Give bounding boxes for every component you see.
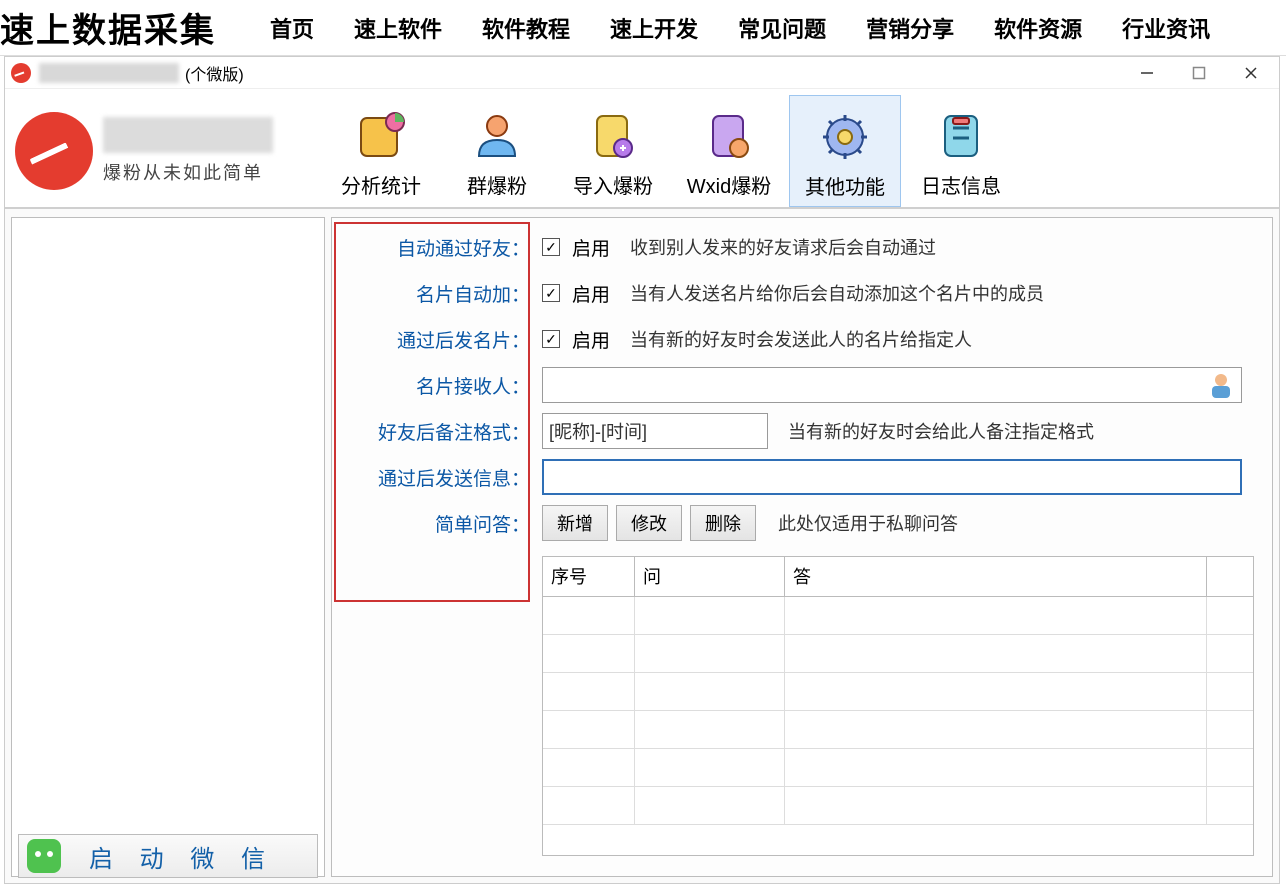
qa-table-head: 序号 问 答: [543, 557, 1253, 597]
main-area: 启 动 微 信 自动通过好友： 启用 收到别人发来的好友请求后会自动通过 名片自…: [5, 209, 1279, 883]
start-wechat-button[interactable]: 启 动 微 信: [18, 834, 318, 878]
toolbar-label: 分析统计: [341, 170, 421, 199]
col-seq[interactable]: 序号: [543, 557, 635, 596]
brand-slogan: 爆粉从未如此简单: [103, 159, 273, 185]
app-icon: [11, 63, 31, 83]
wxid-icon: [703, 110, 755, 162]
col-scroll: [1207, 557, 1253, 596]
app-title-suffix: (个微版): [185, 61, 244, 85]
site-nav: 速上数据采集 首页 速上软件 软件教程 速上开发 常见问题 营销分享 软件资源 …: [0, 0, 1286, 56]
app-brand: 爆粉从未如此简单: [15, 95, 325, 207]
toolbar-items: 分析统计 群爆粉 导入爆粉 Wxid爆粉 其他功能 日志信息: [325, 95, 1017, 207]
toolbar-label: 日志信息: [921, 170, 1001, 199]
import-icon: [587, 110, 639, 162]
nav-home[interactable]: 首页: [270, 12, 314, 44]
log-icon: [935, 110, 987, 162]
row-card-auto-add: 名片自动加： 启用 当有人发送名片给你后会自动添加这个名片中的成员: [342, 270, 1262, 316]
input-card-recipient[interactable]: [542, 367, 1242, 403]
btn-qa-del[interactable]: 删除: [690, 505, 756, 541]
group-icon: [471, 110, 523, 162]
site-nav-items: 首页 速上软件 软件教程 速上开发 常见问题 营销分享 软件资源 行业资讯: [270, 12, 1210, 44]
hint-card-auto-add: 当有人发送名片给你后会自动添加这个名片中的成员: [630, 280, 1044, 306]
brand-icon: [15, 112, 93, 190]
site-logo: 速上数据采集: [0, 3, 222, 52]
minimize-button[interactable]: [1135, 61, 1159, 85]
row-card-recipient: 名片接收人：: [342, 362, 1262, 408]
toolbar-label: Wxid爆粉: [687, 170, 771, 199]
row-remark-format: 好友后备注格式： 当有新的好友时会给此人备注指定格式: [342, 408, 1262, 454]
toolbar-log[interactable]: 日志信息: [905, 95, 1017, 207]
row-auto-pass: 自动通过好友： 启用 收到别人发来的好友请求后会自动通过: [342, 224, 1262, 270]
person-icon[interactable]: [1206, 370, 1236, 400]
nav-resources[interactable]: 软件资源: [994, 12, 1082, 44]
toolbar-stats[interactable]: 分析统计: [325, 95, 437, 207]
col-question[interactable]: 问: [635, 557, 785, 596]
row-send-msg-after: 通过后发送信息：: [342, 454, 1262, 500]
app-title-blurred: [39, 63, 179, 83]
table-row[interactable]: [543, 749, 1253, 787]
label-remark-format: 好友后备注格式：: [342, 418, 534, 445]
chart-icon: [355, 110, 407, 162]
label-send-card-after: 通过后发名片：: [342, 326, 534, 353]
maximize-button[interactable]: [1187, 61, 1211, 85]
hint-remark-format: 当有新的好友时会给此人备注指定格式: [788, 418, 1094, 444]
nav-news[interactable]: 行业资讯: [1122, 12, 1210, 44]
nav-software[interactable]: 速上软件: [354, 12, 442, 44]
label-qa: 简单问答：: [342, 510, 534, 537]
label-card-auto-add: 名片自动加：: [342, 280, 534, 307]
table-row[interactable]: [543, 597, 1253, 635]
close-button[interactable]: [1239, 61, 1263, 85]
content-panel: 自动通过好友： 启用 收到别人发来的好友请求后会自动通过 名片自动加： 启用 当…: [331, 217, 1273, 877]
toolbar-label: 导入爆粉: [573, 170, 653, 199]
btn-qa-add[interactable]: 新增: [542, 505, 608, 541]
row-send-card-after: 通过后发名片： 启用 当有新的好友时会发送此人的名片给指定人: [342, 316, 1262, 362]
nav-dev[interactable]: 速上开发: [610, 12, 698, 44]
checkbox-auto-pass[interactable]: [542, 238, 560, 256]
window-controls: [1135, 61, 1273, 85]
nav-faq[interactable]: 常见问题: [738, 12, 826, 44]
checkbox-card-auto-add[interactable]: [542, 284, 560, 302]
col-answer[interactable]: 答: [785, 557, 1207, 596]
start-wechat-label: 启 动 微 信: [89, 839, 275, 874]
label-auto-pass: 自动通过好友：: [342, 234, 534, 261]
toolbar-other[interactable]: 其他功能: [789, 95, 901, 207]
nav-marketing[interactable]: 营销分享: [866, 12, 954, 44]
enable-text: 启用: [572, 280, 610, 307]
brand-name-blurred: [103, 117, 273, 153]
wechat-icon: [27, 839, 61, 873]
toolbar-label: 群爆粉: [467, 170, 527, 199]
table-row[interactable]: [543, 635, 1253, 673]
input-remark-format[interactable]: [542, 413, 768, 449]
hint-auto-pass: 收到别人发来的好友请求后会自动通过: [630, 234, 936, 260]
hint-qa: 此处仅适用于私聊问答: [778, 510, 958, 536]
input-send-msg-after[interactable]: [542, 459, 1242, 495]
toolbar-wxid[interactable]: Wxid爆粉: [673, 95, 785, 207]
titlebar: (个微版): [5, 57, 1279, 89]
toolbar-import[interactable]: 导入爆粉: [557, 95, 669, 207]
enable-text: 启用: [572, 326, 610, 353]
qa-table: 序号 问 答: [542, 556, 1254, 856]
checkbox-send-card-after[interactable]: [542, 330, 560, 348]
enable-text: 启用: [572, 234, 610, 261]
app-window: (个微版) 爆粉从未如此简单 分析统计: [4, 56, 1280, 884]
table-row[interactable]: [543, 787, 1253, 825]
table-row[interactable]: [543, 711, 1253, 749]
label-card-recipient: 名片接收人：: [342, 372, 534, 399]
row-qa: 简单问答： 新增 修改 删除 此处仅适用于私聊问答: [342, 500, 1262, 546]
toolbar-group[interactable]: 群爆粉: [441, 95, 553, 207]
nav-tutorial[interactable]: 软件教程: [482, 12, 570, 44]
toolbar: 爆粉从未如此简单 分析统计 群爆粉 导入爆粉 Wxid爆粉 其他功能: [5, 89, 1279, 209]
table-row[interactable]: [543, 673, 1253, 711]
toolbar-label: 其他功能: [805, 171, 885, 200]
btn-qa-edit[interactable]: 修改: [616, 505, 682, 541]
side-panel: 启 动 微 信: [11, 217, 325, 877]
label-send-msg-after: 通过后发送信息：: [342, 464, 534, 491]
gear-icon: [819, 111, 871, 163]
hint-send-card-after: 当有新的好友时会发送此人的名片给指定人: [630, 326, 972, 352]
